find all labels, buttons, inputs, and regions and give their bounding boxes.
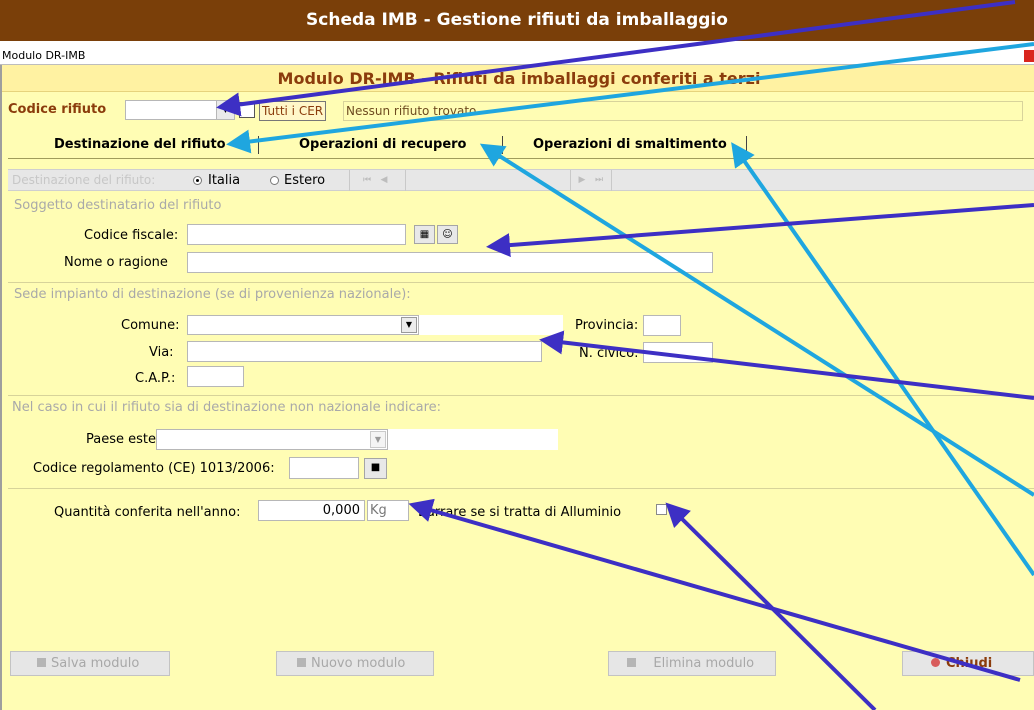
section-divider	[8, 282, 1034, 283]
status-text: Nessun rifiuto trovato.	[343, 101, 1023, 121]
paese-extended-field	[388, 429, 558, 450]
tab-destinazione[interactable]: Destinazione del rifiuto	[54, 136, 226, 154]
regolamento-input[interactable]	[289, 457, 359, 479]
close-circle-icon	[931, 658, 940, 667]
codice-rifiuto-combo[interactable]: ▼	[125, 100, 235, 120]
form-body: Modulo DR-IMB - Rifiuti da imballaggi co…	[0, 65, 1034, 710]
dropdown-arrow-icon[interactable]: ▼	[370, 431, 386, 448]
nav-divider	[349, 170, 350, 191]
tab-separator	[258, 136, 259, 154]
save-icon	[37, 658, 46, 667]
nuovo-button[interactable]: Nuovo modulo	[276, 651, 434, 676]
provincia-label: Provincia:	[575, 318, 639, 333]
dropdown-arrow-icon[interactable]: ▼	[216, 101, 234, 119]
nav-divider	[611, 170, 612, 191]
tab-underline	[8, 158, 1034, 159]
comune-select[interactable]: ▼	[187, 315, 419, 335]
person-icon[interactable]: ☺	[437, 225, 458, 244]
estero-section-label: Nel caso in cui il rifiuto sia di destin…	[12, 400, 442, 415]
soggetto-section-label: Soggetto destinatario del rifiuto	[14, 198, 222, 213]
regolamento-label: Codice regolamento (CE) 1013/2006:	[33, 461, 275, 476]
next-record-button[interactable]: ▶	[575, 173, 589, 188]
section-divider	[8, 395, 1034, 396]
last-record-button[interactable]: ⏭	[592, 173, 606, 188]
salva-label: Salva modulo	[51, 656, 140, 671]
nome-input[interactable]	[187, 252, 713, 273]
close-icon[interactable]	[1024, 50, 1034, 62]
radio-italia[interactable]	[193, 176, 202, 185]
quantita-value: 0,000	[322, 503, 360, 518]
new-icon	[297, 658, 306, 667]
elimina-button[interactable]: Elimina modulo	[608, 651, 776, 676]
comune-label: Comune:	[121, 318, 180, 333]
cap-label: C.A.P.:	[135, 371, 176, 386]
alluminio-label: Barrare se si tratta di Alluminio	[418, 505, 622, 520]
codice-fiscale-label: Codice fiscale:	[84, 228, 179, 243]
quantita-input[interactable]: 0,000	[258, 500, 365, 521]
tab-recupero[interactable]: Operazioni di recupero	[299, 136, 467, 154]
civico-input[interactable]	[643, 342, 713, 363]
radio-estero[interactable]	[270, 176, 279, 185]
quantita-label: Quantità conferita nell'anno:	[54, 505, 241, 520]
dropdown-arrow-icon[interactable]: ▼	[401, 317, 417, 333]
tab-separator	[746, 136, 747, 154]
via-input[interactable]	[187, 341, 542, 362]
destination-navbar: Destinazione del rifiuto: Italia Estero …	[8, 169, 1034, 191]
window-title-bar: Modulo DR-IMB	[0, 47, 1034, 65]
cap-input[interactable]	[187, 366, 244, 387]
civico-label: N. civico:	[579, 346, 639, 361]
salva-button[interactable]: Salva modulo	[10, 651, 170, 676]
quantita-unit: Kg	[370, 503, 387, 518]
prev-record-button[interactable]: ◀	[377, 173, 391, 188]
window-title: Modulo DR-IMB	[2, 49, 86, 62]
via-label: Via:	[149, 345, 174, 360]
delete-icon	[627, 658, 636, 667]
nuovo-label: Nuovo modulo	[311, 656, 406, 671]
radio-estero-label[interactable]: Estero	[284, 173, 325, 188]
codice-fiscale-input[interactable]	[187, 224, 406, 245]
nav-label: Destinazione del rifiuto:	[12, 173, 156, 187]
nome-label: Nome o ragione	[64, 255, 168, 270]
codice-rifiuto-label: Codice rifiuto	[8, 102, 107, 117]
chiudi-button[interactable]: Chiudi	[902, 651, 1034, 676]
elimina-label: Elimina modulo	[653, 656, 755, 671]
radio-italia-label[interactable]: Italia	[208, 173, 240, 188]
tab-separator	[502, 136, 503, 154]
tab-smaltimento[interactable]: Operazioni di smaltimento	[533, 136, 727, 154]
app-title: Scheda IMB - Gestione rifiuti da imballa…	[0, 0, 1034, 41]
calendar-icon[interactable]: ▦	[414, 225, 435, 244]
comune-extended-field	[419, 315, 563, 335]
tutti-cer-label[interactable]: Tutti i CER	[259, 101, 327, 121]
stop-icon[interactable]: ■	[364, 458, 387, 479]
section-divider	[8, 488, 1034, 489]
first-record-button[interactable]: ⏮	[360, 173, 374, 188]
record-position	[405, 170, 571, 191]
sede-section-label: Sede impianto di destinazione (se di pro…	[14, 287, 411, 302]
tutti-cer-checkbox[interactable]	[239, 102, 255, 118]
chiudi-label: Chiudi	[946, 656, 993, 671]
paese-select[interactable]: ▼	[156, 429, 388, 450]
form-title: Modulo DR-IMB - Rifiuti da imballaggi co…	[2, 65, 1034, 92]
alluminio-checkbox[interactable]	[656, 504, 667, 515]
unit-field: Kg	[367, 500, 409, 521]
provincia-input[interactable]	[643, 315, 681, 336]
